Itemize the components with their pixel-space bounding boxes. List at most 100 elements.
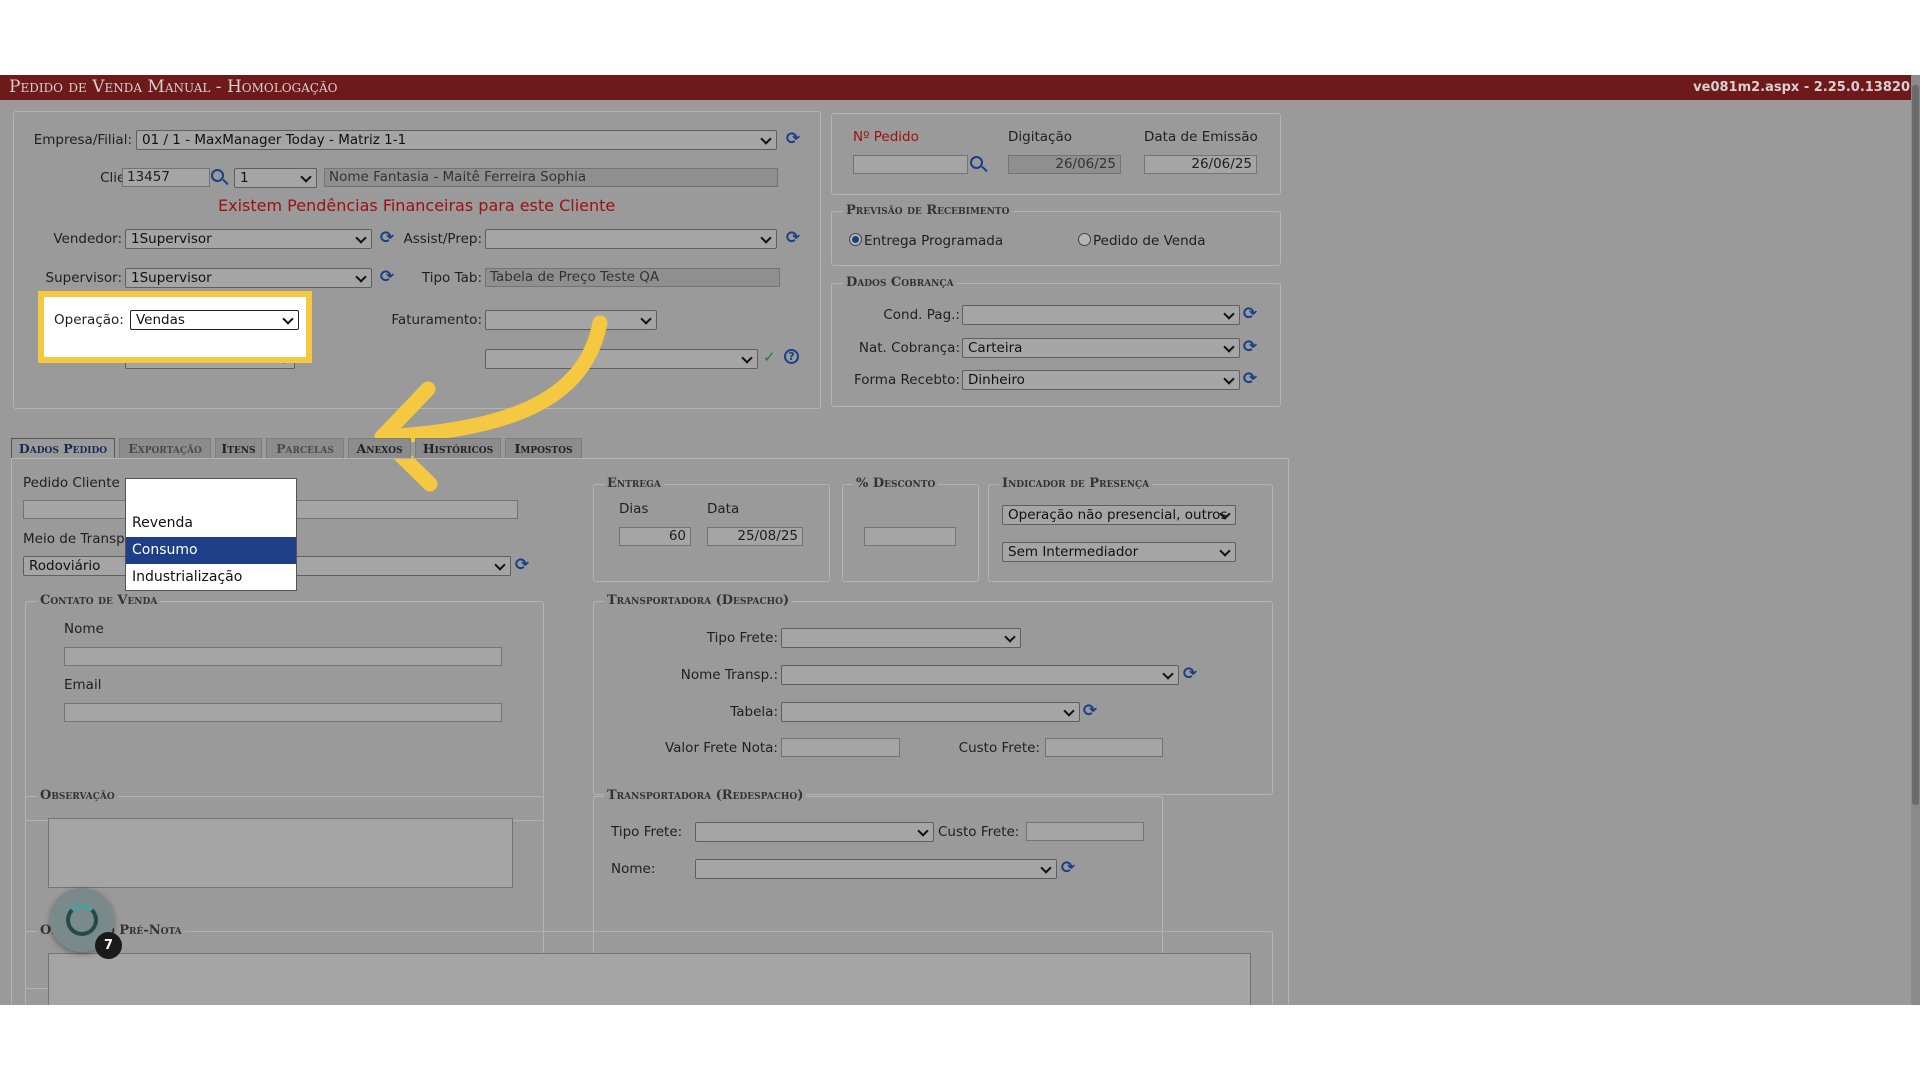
numero-pedido-label: Nº Pedido xyxy=(853,129,919,145)
title-bar: Pedido de Venda Manual - Homologação ve0… xyxy=(0,75,1920,100)
dropdown-option-revenda[interactable]: Revenda xyxy=(126,510,296,537)
recebimento-legend: Previsão de Recebimento xyxy=(843,203,1013,218)
app-title: Pedido de Venda Manual - Homologação xyxy=(9,77,338,97)
desconto-input[interactable] xyxy=(864,527,956,546)
app-window: Pedido de Venda Manual - Homologação ve0… xyxy=(0,75,1920,1005)
observacao-legend: Observação xyxy=(37,788,118,803)
tab-anexos[interactable]: Anexos xyxy=(348,438,411,458)
cond-pag-select[interactable] xyxy=(962,305,1240,325)
dropdown-option-consumo[interactable]: Consumo xyxy=(126,537,296,564)
data-entrega-label: Data xyxy=(707,501,740,517)
dropdown-option-empty[interactable] xyxy=(126,483,296,510)
tab-exportacao[interactable]: Exportação xyxy=(119,438,211,458)
redespacho-nome-select[interactable] xyxy=(695,859,1057,879)
help-icon[interactable]: ? xyxy=(784,349,799,364)
entrega-programada-radio[interactable] xyxy=(849,233,862,246)
presenca-select[interactable]: Operação não presencial, outros xyxy=(1002,505,1236,525)
search-icon[interactable] xyxy=(970,156,983,169)
operacao-highlight: Operação: Vendas xyxy=(38,291,312,363)
pedido-panel xyxy=(831,113,1281,195)
redespacho-nome-label: Nome: xyxy=(611,861,656,877)
cliente-nome-field: Nome Fantasia - Maitê Ferreira Sophia xyxy=(324,168,778,187)
vertical-scrollbar[interactable] xyxy=(1911,75,1920,1005)
prenota-textarea[interactable] xyxy=(48,953,1251,1005)
contato-email-input[interactable] xyxy=(64,703,502,722)
tabela-label: Tabela: xyxy=(730,704,778,720)
digitacao-label: Digitação xyxy=(1008,129,1072,145)
tabela-select[interactable] xyxy=(781,702,1080,722)
empresa-select[interactable]: 01 / 1 - MaxManager Today - Matriz 1-1 xyxy=(136,130,777,150)
contato-email-label: Email xyxy=(64,677,102,693)
valor-frete-input[interactable] xyxy=(781,738,900,757)
cliente-code-input[interactable]: 13457 xyxy=(122,168,210,187)
refresh-icon[interactable]: ⟳ xyxy=(1241,370,1259,388)
nome-transp-label: Nome Transp.: xyxy=(680,667,778,683)
pedido-venda-radio[interactable] xyxy=(1078,233,1091,246)
numero-pedido-input[interactable] xyxy=(853,155,968,174)
observacao-textarea[interactable] xyxy=(48,818,513,888)
tab-dados-pedido[interactable]: Dados Pedido xyxy=(11,438,115,458)
refresh-icon[interactable]: ⟳ xyxy=(784,130,802,148)
chat-logo-icon xyxy=(66,904,98,936)
dias-input[interactable]: 60 xyxy=(619,527,691,546)
digitacao-field: 26/06/25 xyxy=(1008,155,1121,174)
cobranca-legend: Dados Cobrança xyxy=(843,275,957,290)
redespacho-tipo-select[interactable] xyxy=(695,822,934,842)
search-icon[interactable] xyxy=(211,169,224,182)
scrollbar-thumb[interactable] xyxy=(1912,85,1919,805)
tab-itens[interactable]: Itens xyxy=(215,438,262,458)
refresh-icon[interactable]: ⟳ xyxy=(513,556,531,574)
check-icon: ✓ xyxy=(763,348,776,366)
custo-frete-label: Custo Frete: xyxy=(958,740,1040,756)
supervisor-label: Supervisor: xyxy=(45,270,122,286)
dias-label: Dias xyxy=(619,501,649,517)
nat-cobranca-label: Nat. Cobrança: xyxy=(858,340,960,356)
tipo-frete-select[interactable] xyxy=(781,628,1021,648)
dropdown-option-industrializacao[interactable]: Industrialização xyxy=(126,564,296,591)
forma-recebto-label: Forma Recebto: xyxy=(853,372,960,388)
refresh-icon[interactable]: ⟳ xyxy=(1081,702,1099,720)
notification-badge: 7 xyxy=(95,932,122,959)
emissao-label: Data de Emissão xyxy=(1144,129,1258,145)
custo-frete-input[interactable] xyxy=(1045,738,1163,757)
supervisor-select[interactable]: 1Supervisor xyxy=(125,268,372,288)
presenca-legend: Indicador de Presença xyxy=(999,476,1153,491)
venda-para-dropdown: Revenda Consumo Industrialização xyxy=(125,478,297,591)
contato-nome-label: Nome xyxy=(64,621,104,637)
presenca-panel xyxy=(988,484,1273,582)
despacho-legend: Transportadora (Despacho) xyxy=(604,593,793,608)
refresh-icon[interactable]: ⟳ xyxy=(1059,859,1077,877)
pedido-venda-label: Pedido de Venda xyxy=(1093,233,1206,249)
entrega-legend: Entrega xyxy=(604,476,664,491)
refresh-icon[interactable]: ⟳ xyxy=(784,229,802,247)
tab-historicos[interactable]: Históricos xyxy=(415,438,501,458)
cliente-seq-select[interactable]: 1 xyxy=(234,168,317,188)
app-version: ve081m2.aspx - 2.25.0.13820 xyxy=(1693,80,1910,95)
contato-legend: Contato de Venda xyxy=(37,593,161,608)
vendedor-select[interactable]: 1Supervisor xyxy=(125,229,372,249)
redespacho-legend: Transportadora (Redespacho) xyxy=(604,788,807,803)
emissao-input[interactable]: 26/06/25 xyxy=(1144,155,1257,174)
operacao-select[interactable]: Vendas xyxy=(130,310,299,330)
valor-frete-label: Valor Frete Nota: xyxy=(664,740,778,756)
intermediador-select[interactable]: Sem Intermediador xyxy=(1002,542,1236,562)
pendencias-message: Existem Pendências Financeiras para este… xyxy=(218,196,616,215)
redespacho-custo-input[interactable] xyxy=(1026,822,1144,841)
data-entrega-input[interactable]: 25/08/25 xyxy=(707,527,803,546)
tab-parcelas[interactable]: Parcelas xyxy=(266,438,344,458)
redespacho-custo-label: Custo Frete: xyxy=(938,824,1020,840)
nome-transp-select[interactable] xyxy=(781,665,1179,685)
forma-recebto-select[interactable]: Dinheiro xyxy=(962,370,1240,390)
tipo-frete-label: Tipo Frete: xyxy=(706,630,778,646)
operacao-label: Operação: xyxy=(54,312,124,328)
redespacho-tipo-label: Tipo Frete: xyxy=(611,824,683,840)
refresh-icon[interactable]: ⟳ xyxy=(1241,305,1259,323)
vendedor-label: Vendedor: xyxy=(53,231,122,247)
contato-nome-input[interactable] xyxy=(64,647,502,666)
refresh-icon[interactable]: ⟳ xyxy=(1241,338,1259,356)
tab-impostos[interactable]: Impostos xyxy=(505,438,582,458)
nat-cobranca-select[interactable]: Carteira xyxy=(962,338,1240,358)
desconto-legend: % Desconto xyxy=(853,476,939,491)
pedido-cliente-label: Pedido Cliente xyxy=(23,475,120,491)
refresh-icon[interactable]: ⟳ xyxy=(1181,665,1199,683)
